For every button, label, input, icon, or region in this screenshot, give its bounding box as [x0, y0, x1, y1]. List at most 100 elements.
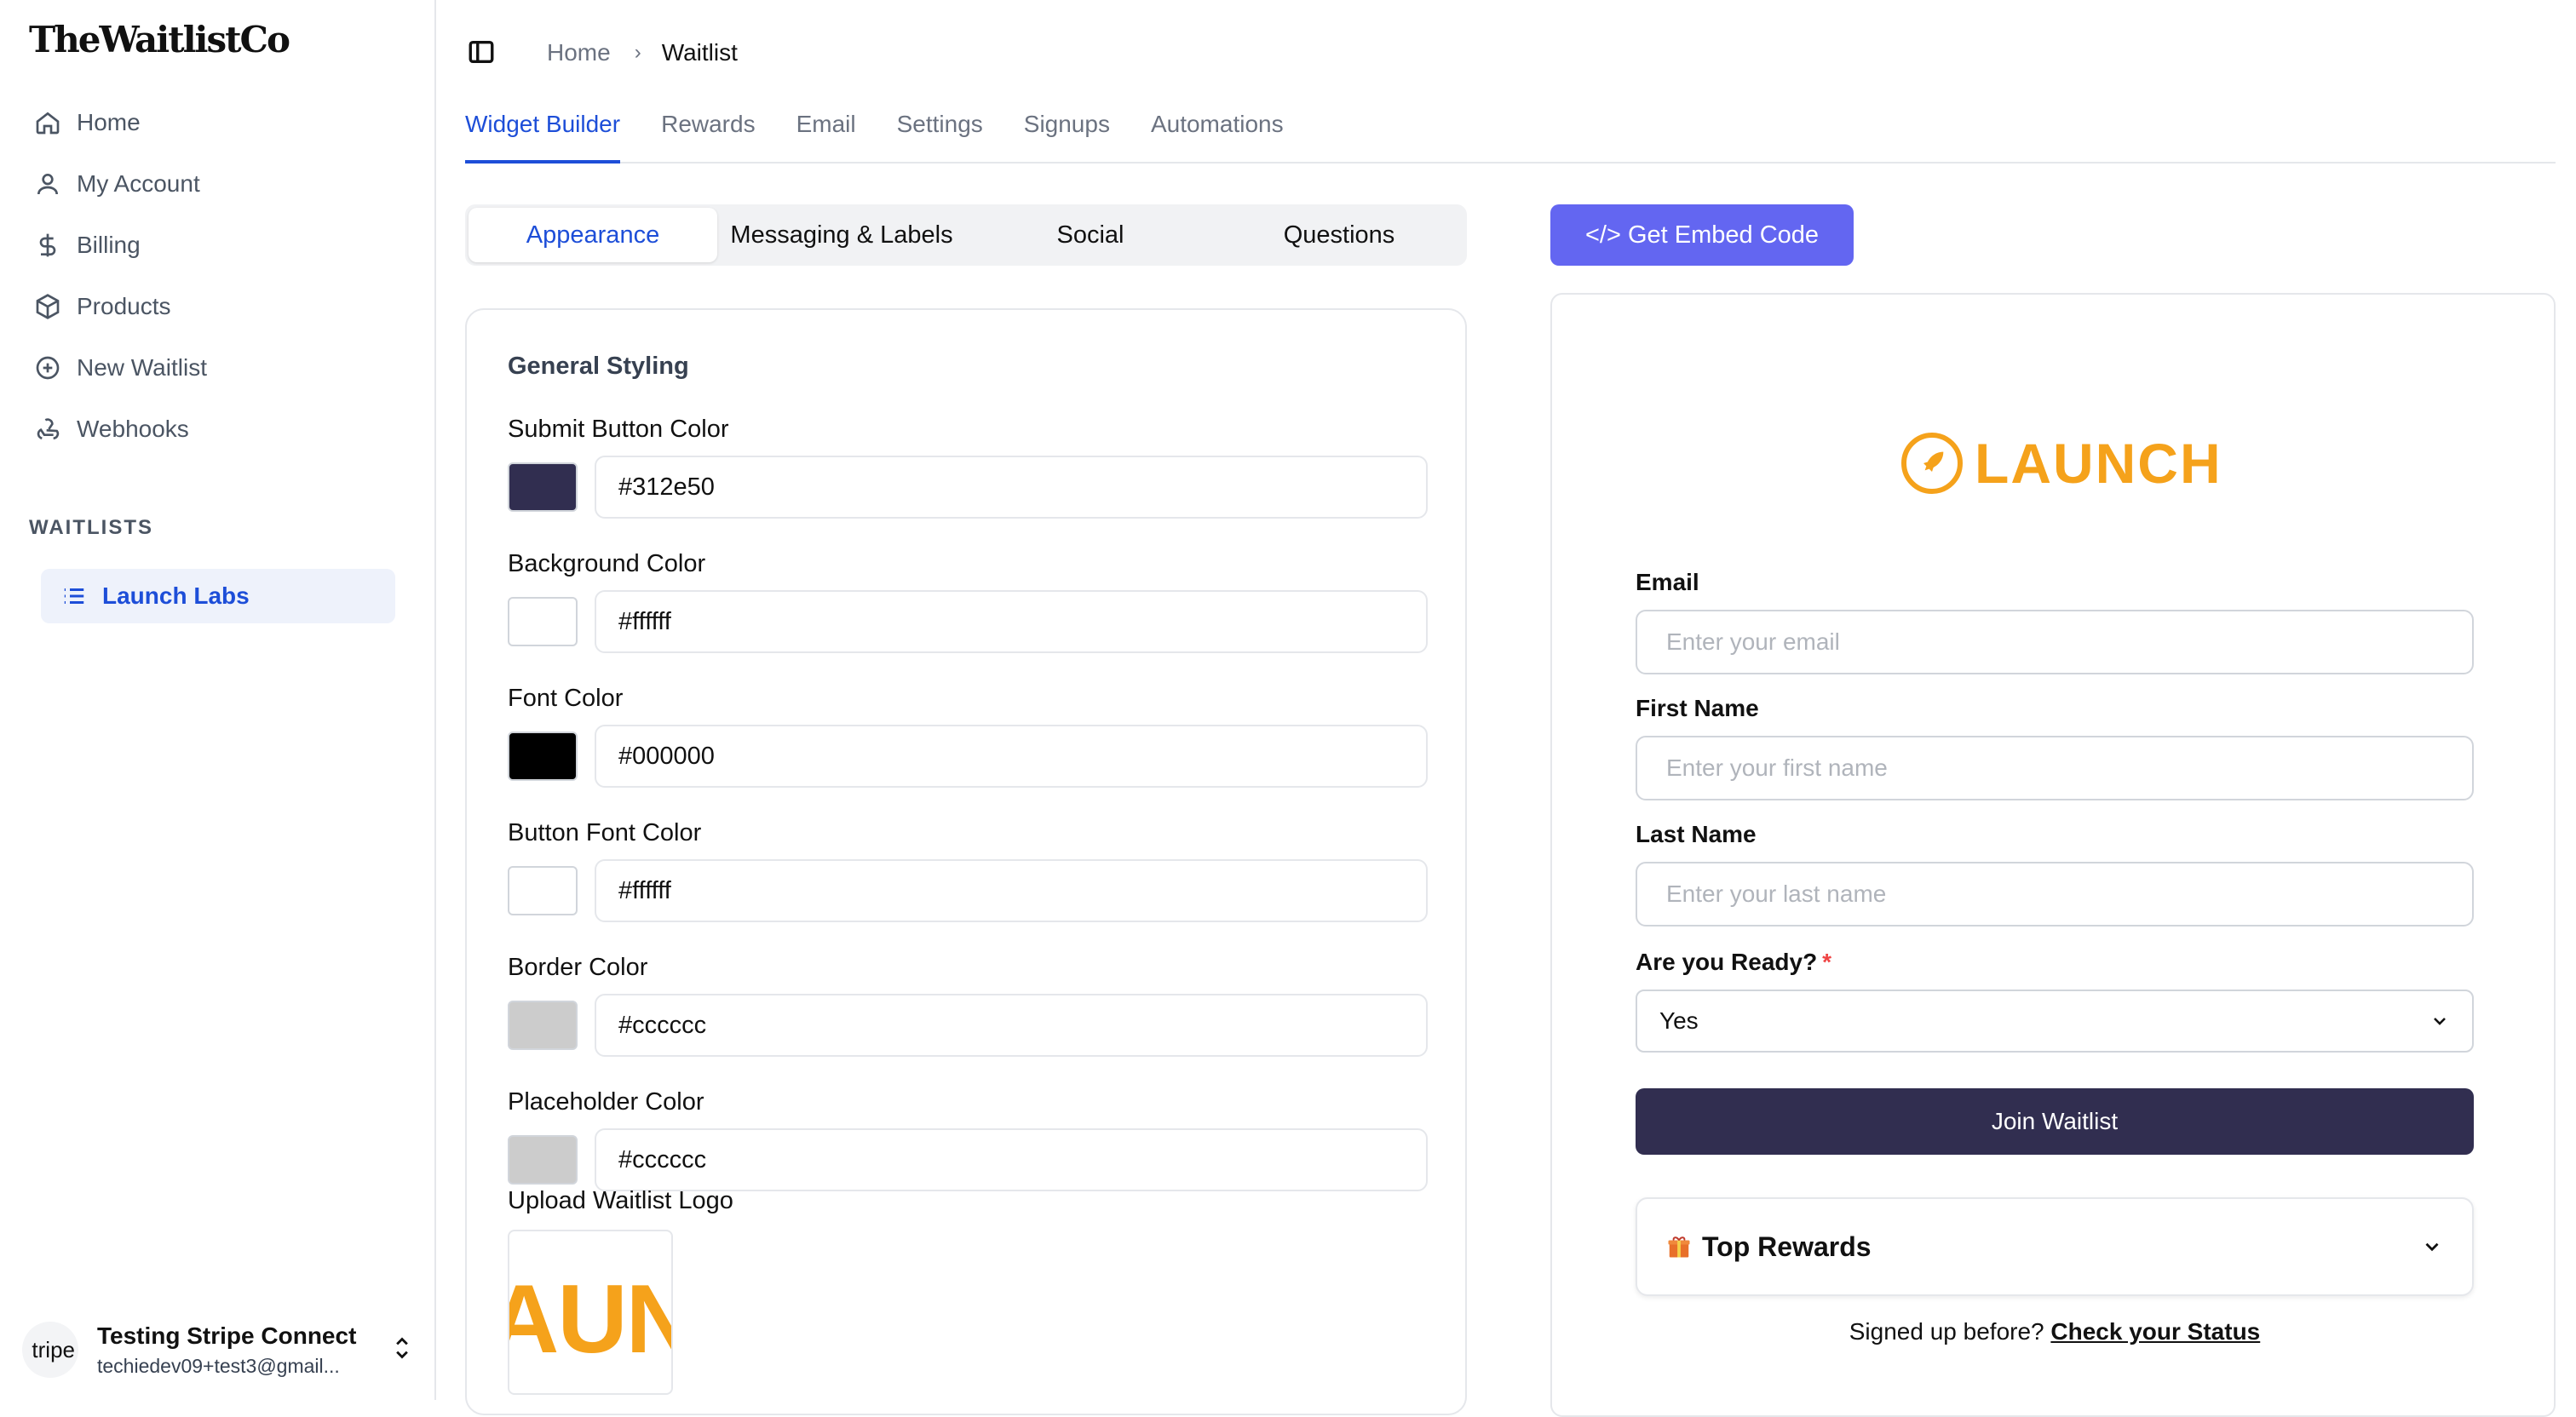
logo-preview-text: AUN: [509, 1265, 671, 1374]
tab-settings[interactable]: Settings: [897, 94, 983, 162]
color-swatch[interactable]: [508, 731, 578, 781]
sidebar-item-billing[interactable]: Billing: [31, 215, 405, 276]
breadcrumb-home[interactable]: Home: [547, 39, 611, 66]
field-label: Border Color: [508, 954, 648, 981]
sidebar-toggle-icon[interactable]: [467, 37, 501, 72]
field-label: Email: [1636, 569, 1699, 595]
sidebar-item-label: Billing: [77, 232, 141, 258]
avatar: tripe: [22, 1322, 78, 1378]
last-name-input[interactable]: Enter your last name: [1636, 862, 2474, 926]
sidebar-item-label: My Account: [77, 170, 200, 197]
tab-widget-builder[interactable]: Widget Builder: [465, 94, 621, 164]
card-title: General Styling: [508, 353, 689, 380]
list-icon: [64, 588, 84, 604]
chevron-down-icon: [2425, 1242, 2439, 1252]
border-color-field: Border Color #cccccc: [508, 954, 1428, 1057]
webhook-icon: [31, 412, 65, 446]
sidebar-item-new-waitlist[interactable]: New Waitlist: [31, 337, 405, 399]
segment-questions[interactable]: Questions: [1215, 208, 1463, 262]
get-embed-code-button[interactable]: </> Get Embed Code: [1550, 204, 1854, 266]
dollar-icon: [31, 228, 65, 262]
sidebar-item-products[interactable]: Products: [31, 276, 405, 337]
field-label: First Name: [1636, 695, 1759, 721]
hex-input[interactable]: #ffffff: [595, 859, 1428, 922]
sidebar: TheWaitlistCo Home My Account Billing Pr…: [0, 0, 436, 1400]
hex-input[interactable]: #cccccc: [595, 994, 1428, 1057]
top-rewards-accordion[interactable]: Top Rewards: [1636, 1197, 2474, 1296]
sidebar-nav: Home My Account Billing Products New Wai…: [31, 92, 405, 460]
waitlists-section-label: WAITLISTS: [29, 516, 153, 539]
placeholder-color-field: Placeholder Color #cccccc: [508, 1088, 1428, 1191]
account-email: techiedev09+test3@gmail...: [97, 1354, 340, 1377]
field-label: Last Name: [1636, 821, 1757, 847]
waitlist-label: Launch Labs: [102, 582, 250, 609]
upload-logo-label: Upload Waitlist Logo: [508, 1187, 733, 1214]
user-icon: [31, 167, 65, 201]
required-marker: *: [1822, 949, 1832, 975]
breadcrumb: Home › Waitlist: [547, 39, 738, 66]
hex-input[interactable]: #312e50: [595, 456, 1428, 519]
box-icon: [31, 290, 65, 324]
main-tabs: Widget Builder Rewards Email Settings Si…: [465, 94, 2556, 164]
tab-rewards[interactable]: Rewards: [661, 94, 755, 162]
join-waitlist-button[interactable]: Join Waitlist: [1636, 1088, 2474, 1155]
sidebar-item-label: New Waitlist: [77, 354, 207, 381]
field-label: Font Color: [508, 685, 624, 712]
sidebar-item-label: Products: [77, 293, 171, 319]
preview-logo: LAUNCH: [1901, 431, 2222, 496]
chevron-down-icon: [2434, 1018, 2446, 1025]
preview-first-name-field: First Name Enter your first name: [1636, 695, 2474, 800]
tab-automations[interactable]: Automations: [1151, 94, 1284, 162]
chevron-up-down-icon[interactable]: [390, 1333, 414, 1368]
home-icon: [31, 106, 65, 140]
logo-upload-thumbnail[interactable]: AUN: [508, 1230, 673, 1395]
email-input[interactable]: Enter your email: [1636, 610, 2474, 674]
sidebar-waitlist-launch-labs[interactable]: Launch Labs: [41, 569, 395, 623]
sidebar-item-home[interactable]: Home: [31, 92, 405, 153]
background-color-field: Background Color #ffffff: [508, 550, 1428, 653]
account-name: Testing Stripe Connect: [97, 1322, 357, 1349]
brand-logo[interactable]: TheWaitlistCo: [29, 19, 290, 60]
rocket-icon: [1901, 433, 1963, 494]
select-value: Yes: [1659, 1007, 1699, 1034]
ready-select[interactable]: Yes: [1636, 990, 2474, 1053]
sidebar-item-label: Home: [77, 109, 141, 135]
segment-appearance[interactable]: Appearance: [469, 208, 717, 262]
color-swatch[interactable]: [508, 866, 578, 915]
account-info: Testing Stripe Connect techiedev09+test3…: [97, 1322, 390, 1378]
topbar: Home › Waitlist Widget Builder Rewards E…: [436, 0, 2576, 164]
field-label: Background Color: [508, 550, 706, 577]
hex-input[interactable]: #000000: [595, 725, 1428, 788]
builder-segment-control: Appearance Messaging & Labels Social Que…: [465, 204, 1467, 266]
sidebar-item-my-account[interactable]: My Account: [31, 153, 405, 215]
hex-input[interactable]: #ffffff: [595, 590, 1428, 653]
field-label: Submit Button Color: [508, 416, 729, 443]
account-switcher[interactable]: tripe Testing Stripe Connect techiedev09…: [22, 1311, 414, 1388]
color-swatch[interactable]: [508, 1135, 578, 1185]
color-swatch[interactable]: [508, 462, 578, 512]
preview-last-name-field: Last Name Enter your last name: [1636, 821, 2474, 926]
check-status-link[interactable]: Check your Status: [2050, 1318, 2260, 1345]
tab-signups[interactable]: Signups: [1024, 94, 1110, 162]
button-font-color-field: Button Font Color #ffffff: [508, 819, 1428, 922]
preview-ready-field: Are you Ready? * Yes: [1636, 949, 2474, 1053]
color-swatch[interactable]: [508, 1001, 578, 1050]
hex-input[interactable]: #cccccc: [595, 1128, 1428, 1191]
signed-up-before-text: Signed up before? Check your Status: [1636, 1318, 2474, 1345]
ready-label-text: Are you Ready?: [1636, 949, 1818, 975]
first-name-input[interactable]: Enter your first name: [1636, 736, 2474, 800]
gift-icon: [1668, 1236, 1690, 1258]
color-swatch[interactable]: [508, 597, 578, 646]
logo-wordmark: LAUNCH: [1975, 432, 2222, 495]
segment-messaging-labels[interactable]: Messaging & Labels: [717, 208, 966, 262]
field-label: Placeholder Color: [508, 1088, 704, 1116]
signed-up-text: Signed up before?: [1849, 1318, 2044, 1345]
styling-card: General Styling Submit Button Color #312…: [465, 308, 1467, 1415]
tab-email[interactable]: Email: [796, 94, 856, 162]
font-color-field: Font Color #000000: [508, 685, 1428, 788]
field-label: Button Font Color: [508, 819, 702, 846]
chevron-right-icon: ›: [634, 41, 641, 64]
segment-social[interactable]: Social: [966, 208, 1215, 262]
field-label: Are you Ready? *: [1636, 949, 2474, 976]
sidebar-item-webhooks[interactable]: Webhooks: [31, 399, 405, 460]
